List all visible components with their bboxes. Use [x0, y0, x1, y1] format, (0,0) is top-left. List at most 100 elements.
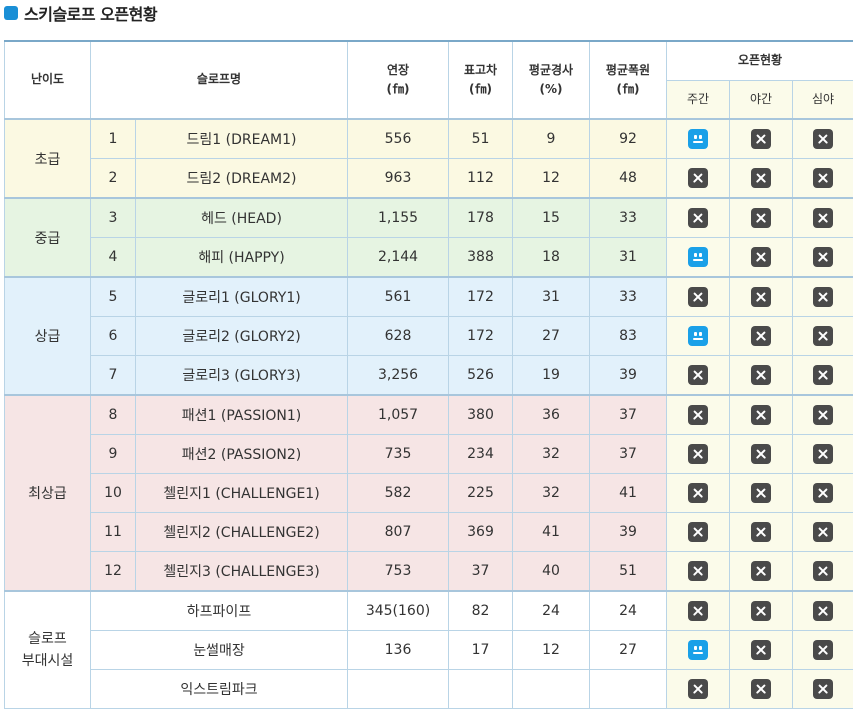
facility-width: 27: [590, 631, 667, 670]
closed-x-icon: [813, 640, 833, 660]
closed-x-icon: [751, 483, 771, 503]
slope-name: 첼린지1 (CHALLENGE1): [136, 474, 348, 513]
facility-length: 136: [348, 631, 449, 670]
table-row: 6글로리2 (GLORY2)6281722783: [5, 317, 853, 356]
status-cell: [793, 317, 853, 356]
status-cell: [730, 591, 793, 631]
table-row: 상급5글로리1 (GLORY1)5611723133: [5, 277, 853, 317]
status-cell: [667, 356, 730, 396]
slope-number: 8: [91, 395, 136, 435]
status-cell: [793, 435, 853, 474]
status-cell: [667, 119, 730, 159]
header-level: 난이도: [5, 41, 91, 119]
table-row: 눈썰매장136171227: [5, 631, 853, 670]
slope-name: 첼린지3 (CHALLENGE3): [136, 552, 348, 592]
status-cell: [793, 119, 853, 159]
slope-width: 39: [590, 513, 667, 552]
status-cell: [667, 513, 730, 552]
table-row: 4해피 (HAPPY)2,1443881831: [5, 238, 853, 278]
status-cell: [793, 159, 853, 199]
open-smiley-icon: [688, 640, 708, 660]
table-row: 11첼린지2 (CHALLENGE2)8073694139: [5, 513, 853, 552]
closed-x-icon: [751, 129, 771, 149]
closed-x-icon: [813, 601, 833, 621]
header-open-status: 오픈현황: [667, 41, 853, 81]
status-cell: [730, 119, 793, 159]
slope-number: 3: [91, 198, 136, 238]
slope-elevation: 51: [449, 119, 513, 159]
closed-x-icon: [751, 522, 771, 542]
slope-elevation: 225: [449, 474, 513, 513]
closed-x-icon: [813, 444, 833, 464]
status-cell: [793, 198, 853, 238]
header-day: 주간: [667, 81, 730, 120]
header-late-night: 심야: [793, 81, 853, 120]
status-cell: [667, 395, 730, 435]
open-smiley-icon: [688, 247, 708, 267]
table-row: 10첼린지1 (CHALLENGE1)5822253241: [5, 474, 853, 513]
facility-width: 24: [590, 591, 667, 631]
facility-label-line1: 슬로프: [28, 631, 67, 647]
status-cell: [730, 474, 793, 513]
slope-elevation: 369: [449, 513, 513, 552]
slope-elevation: 37: [449, 552, 513, 592]
facility-grade: [513, 670, 590, 709]
closed-x-icon: [688, 601, 708, 621]
status-cell: [793, 238, 853, 278]
status-cell: [667, 277, 730, 317]
closed-x-icon: [688, 561, 708, 581]
facility-name: 익스트림파크: [91, 670, 348, 709]
closed-x-icon: [688, 287, 708, 307]
facility-elevation: [449, 670, 513, 709]
slope-grade: 32: [513, 474, 590, 513]
slope-elevation: 526: [449, 356, 513, 396]
slope-elevation: 178: [449, 198, 513, 238]
header-night: 야간: [730, 81, 793, 120]
closed-x-icon: [813, 247, 833, 267]
header-slope-name: 슬로프명: [91, 41, 348, 119]
closed-x-icon: [813, 561, 833, 581]
slope-length: 561: [348, 277, 449, 317]
facility-name: 눈썰매장: [91, 631, 348, 670]
status-cell: [730, 435, 793, 474]
table-row: 2드림2 (DREAM2)9631121248: [5, 159, 853, 199]
header-length: 연장(㎙): [348, 41, 449, 119]
slope-name: 드림2 (DREAM2): [136, 159, 348, 199]
slope-name: 패션1 (PASSION1): [136, 395, 348, 435]
status-cell: [730, 159, 793, 199]
slope-grade: 40: [513, 552, 590, 592]
slope-number: 1: [91, 119, 136, 159]
status-cell: [793, 670, 853, 709]
slope-width: 92: [590, 119, 667, 159]
slope-grade: 19: [513, 356, 590, 396]
slope-name: 해피 (HAPPY): [136, 238, 348, 278]
closed-x-icon: [751, 365, 771, 385]
status-cell: [667, 474, 730, 513]
slope-name: 글로리1 (GLORY1): [136, 277, 348, 317]
slope-grade: 18: [513, 238, 590, 278]
slope-width: 31: [590, 238, 667, 278]
slope-elevation: 172: [449, 317, 513, 356]
status-cell: [793, 356, 853, 396]
status-cell: [793, 631, 853, 670]
closed-x-icon: [751, 287, 771, 307]
status-cell: [667, 552, 730, 592]
header-width: 평균폭원(㎙): [590, 41, 667, 119]
facility-grade: 24: [513, 591, 590, 631]
status-cell: [730, 513, 793, 552]
slope-name: 글로리3 (GLORY3): [136, 356, 348, 396]
facility-width: [590, 670, 667, 709]
header-elevation: 표고차(㎙): [449, 41, 513, 119]
status-cell: [730, 238, 793, 278]
slope-elevation: 380: [449, 395, 513, 435]
status-cell: [730, 395, 793, 435]
slope-width: 33: [590, 277, 667, 317]
slope-elevation: 112: [449, 159, 513, 199]
open-smiley-icon: [688, 326, 708, 346]
slope-width: 39: [590, 356, 667, 396]
table-row: 중급3헤드 (HEAD)1,1551781533: [5, 198, 853, 238]
slope-name: 패션2 (PASSION2): [136, 435, 348, 474]
closed-x-icon: [813, 168, 833, 188]
facility-length: [348, 670, 449, 709]
slope-status-table: 난이도 슬로프명 연장(㎙) 표고차(㎙) 평균경사(%) 평균폭원(㎙) 오픈…: [4, 40, 853, 709]
